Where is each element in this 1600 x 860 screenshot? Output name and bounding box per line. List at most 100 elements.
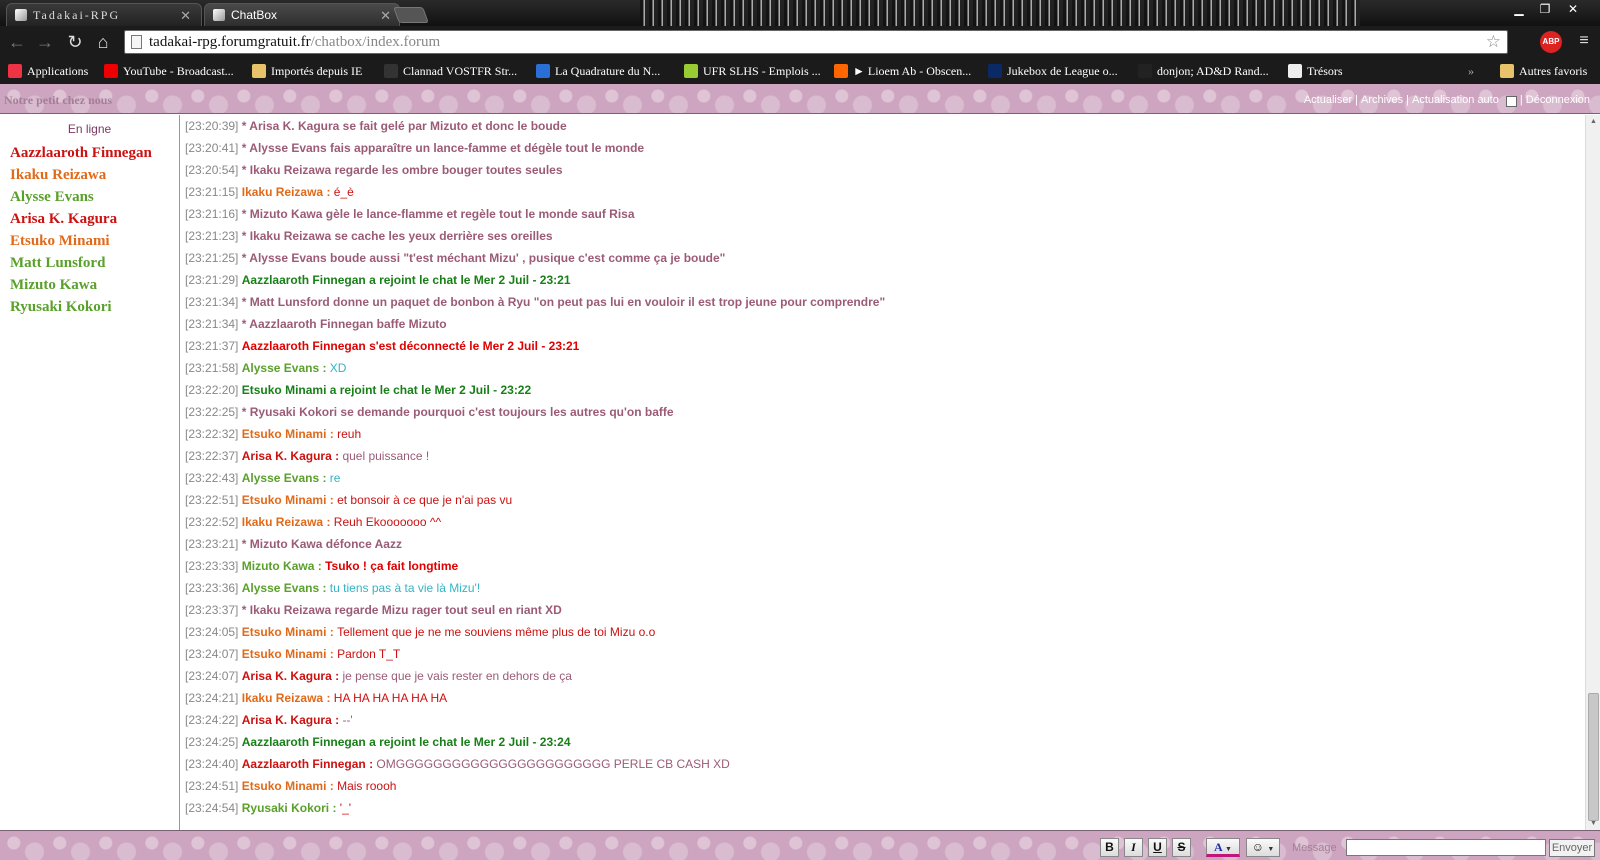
bookmark-item[interactable]: YouTube - Broadcast... [104, 63, 234, 79]
bookmark-item[interactable]: Trésors [1288, 63, 1343, 79]
author-separator: : [319, 581, 330, 595]
author-separator: : [326, 427, 338, 441]
close-window-icon[interactable]: ✕ [1562, 2, 1584, 18]
bookmark-item[interactable]: ► Lioem Ab - Obscen... [834, 63, 971, 79]
strike-button[interactable]: S [1172, 838, 1191, 857]
message-author[interactable]: Etsuko Minami [242, 779, 327, 793]
online-user[interactable]: Aazzlaaroth Finnegan [0, 142, 179, 164]
messages-scrollbar[interactable]: ▲ ▼ [1585, 115, 1600, 830]
message-author[interactable]: Aazzlaaroth Finnegan [242, 757, 366, 771]
bookmark-star-icon[interactable]: ☆ [1486, 31, 1501, 53]
bookmarks-overflow-button[interactable]: » [1468, 63, 1474, 79]
chat-message: [23:21:37] Aazzlaaroth Finnegan s'est dé… [181, 335, 1585, 357]
message-author[interactable]: Alysse Evans [242, 361, 319, 375]
online-user[interactable]: Ryusaki Kokori [0, 296, 179, 318]
italic-button[interactable]: I [1124, 838, 1143, 857]
tab-tadakai-rpg[interactable]: Tadakai-RPG ✕ [6, 3, 202, 26]
close-tab-icon[interactable]: ✕ [180, 4, 193, 27]
bookmark-label: Clannad VOSTFR Str... [403, 64, 518, 78]
auto-refresh-checkbox[interactable]: ✓ [1505, 96, 1517, 107]
send-button[interactable]: Envoyer [1549, 839, 1595, 857]
message-author[interactable]: Etsuko Minami [242, 427, 327, 441]
bookmark-item[interactable]: La Quadrature du N... [536, 63, 660, 79]
message-text: quel puissance ! [342, 449, 430, 463]
message-timestamp: [23:23:36] [185, 581, 239, 595]
author-separator: : [326, 493, 338, 507]
underline-button[interactable]: U [1148, 838, 1167, 857]
back-arrow-icon[interactable]: ← [6, 31, 28, 53]
online-user[interactable]: Etsuko Minami [0, 230, 179, 252]
chat-message: [23:22:52] Ikaku Reizawa : Reuh Ekoooooo… [181, 511, 1585, 533]
close-tab-icon[interactable]: ✕ [380, 4, 391, 27]
refresh-link[interactable]: Actualiser [1304, 94, 1352, 106]
logout-link[interactable]: Déconnexion [1526, 94, 1590, 106]
restore-icon[interactable]: ❐ [1534, 2, 1556, 18]
auto-refresh-label: Actualisation auto [1412, 94, 1499, 106]
online-user[interactable]: Matt Lunsford [0, 252, 179, 274]
bookmark-item[interactable]: Clannad VOSTFR Str... [384, 63, 517, 79]
bookmark-item[interactable]: donjon; AD&D Rand... [1138, 63, 1269, 79]
bold-button[interactable]: B [1100, 838, 1119, 857]
join-notice: Aazzlaaroth Finnegan a rejoint le chat l… [241, 273, 571, 287]
minimize-icon[interactable]: ▁ [1508, 2, 1530, 18]
message-timestamp: [23:21:23] [185, 229, 239, 243]
message-timestamp: [23:21:16] [185, 207, 239, 221]
message-timestamp: [23:21:34] [185, 317, 239, 331]
message-input[interactable] [1346, 839, 1546, 856]
online-user[interactable]: Alysse Evans [0, 186, 179, 208]
message-text: je pense que je vais rester en dehors de… [342, 669, 572, 683]
action-text: * Arisa K. Kagura se fait gelé par Mizut… [241, 119, 567, 133]
text-color-button[interactable]: A ▼ [1206, 838, 1240, 857]
url-path: /chatbox/index.forum [310, 34, 441, 50]
message-timestamp: [23:24:07] [185, 669, 239, 683]
message-author[interactable]: Mizuto Kawa [242, 559, 315, 573]
scroll-down-icon[interactable]: ▼ [1586, 817, 1600, 830]
message-text: '_' [339, 801, 352, 815]
soundcloud-icon [834, 64, 848, 78]
online-user[interactable]: Ikaku Reizawa [0, 164, 179, 186]
scrollbar-thumb[interactable] [1588, 693, 1599, 821]
message-author[interactable]: Ikaku Reizawa [242, 515, 323, 529]
message-timestamp: [23:22:51] [185, 493, 239, 507]
message-author[interactable]: Ryusaki Kokori [242, 801, 329, 815]
message-author[interactable]: Etsuko Minami [242, 493, 327, 507]
message-timestamp: [23:23:33] [185, 559, 239, 573]
message-author[interactable]: Etsuko Minami [242, 647, 327, 661]
bookmark-item[interactable]: Applications [8, 63, 88, 79]
action-text: * Mizuto Kawa défonce Aazz [241, 537, 402, 551]
bookmark-item[interactable]: Importés depuis IE [252, 63, 362, 79]
online-user-list: Aazzlaaroth Finnegan Ikaku Reizawa Alysse … [0, 142, 179, 318]
bookmark-item[interactable]: Jukebox de League o... [988, 63, 1118, 79]
address-bar[interactable]: tadakai-rpg.forumgratuit.fr/chatbox/inde… [124, 30, 1508, 54]
browser-menu-icon[interactable]: ≡ [1576, 32, 1592, 50]
home-icon[interactable]: ⌂ [92, 31, 114, 53]
message-timestamp: [23:21:15] [185, 185, 239, 199]
new-tab-button[interactable] [393, 7, 429, 23]
forward-arrow-icon[interactable]: → [34, 31, 56, 53]
action-text: * Ikaku Reizawa regarde Mizu rager tout … [241, 603, 562, 617]
emoji-button[interactable]: ☺ ▼ [1246, 838, 1280, 857]
message-author[interactable]: Alysse Evans [242, 471, 319, 485]
scroll-up-icon[interactable]: ▲ [1586, 115, 1600, 128]
online-user[interactable]: Mizuto Kawa [0, 274, 179, 296]
message-author[interactable]: Arisa K. Kagura [242, 669, 332, 683]
message-author[interactable]: Arisa K. Kagura [242, 713, 332, 727]
message-author[interactable]: Etsuko Minami [242, 625, 327, 639]
bookmark-label: Jukebox de League o... [1007, 64, 1118, 78]
author-separator: : [329, 801, 340, 815]
author-separator: : [323, 515, 334, 529]
online-user[interactable]: Arisa K. Kagura [0, 208, 179, 230]
message-author[interactable]: Alysse Evans [242, 581, 319, 595]
bookmark-label: YouTube - Broadcast... [123, 64, 234, 78]
bookmark-item[interactable]: UFR SLHS - Emplois ... [684, 63, 821, 79]
reload-icon[interactable]: ↻ [64, 31, 86, 53]
message-timestamp: [23:20:39] [185, 119, 239, 133]
other-bookmarks-folder[interactable]: Autres favoris [1500, 63, 1587, 79]
message-author[interactable]: Ikaku Reizawa [242, 185, 323, 199]
author-separator: : [365, 757, 377, 771]
archives-link[interactable]: Archives [1361, 94, 1403, 106]
adblock-plus-icon[interactable]: ABP [1540, 31, 1562, 53]
message-author[interactable]: Arisa K. Kagura [242, 449, 332, 463]
tab-chatbox[interactable]: ChatBox ✕ [204, 3, 400, 26]
message-author[interactable]: Ikaku Reizawa [242, 691, 323, 705]
